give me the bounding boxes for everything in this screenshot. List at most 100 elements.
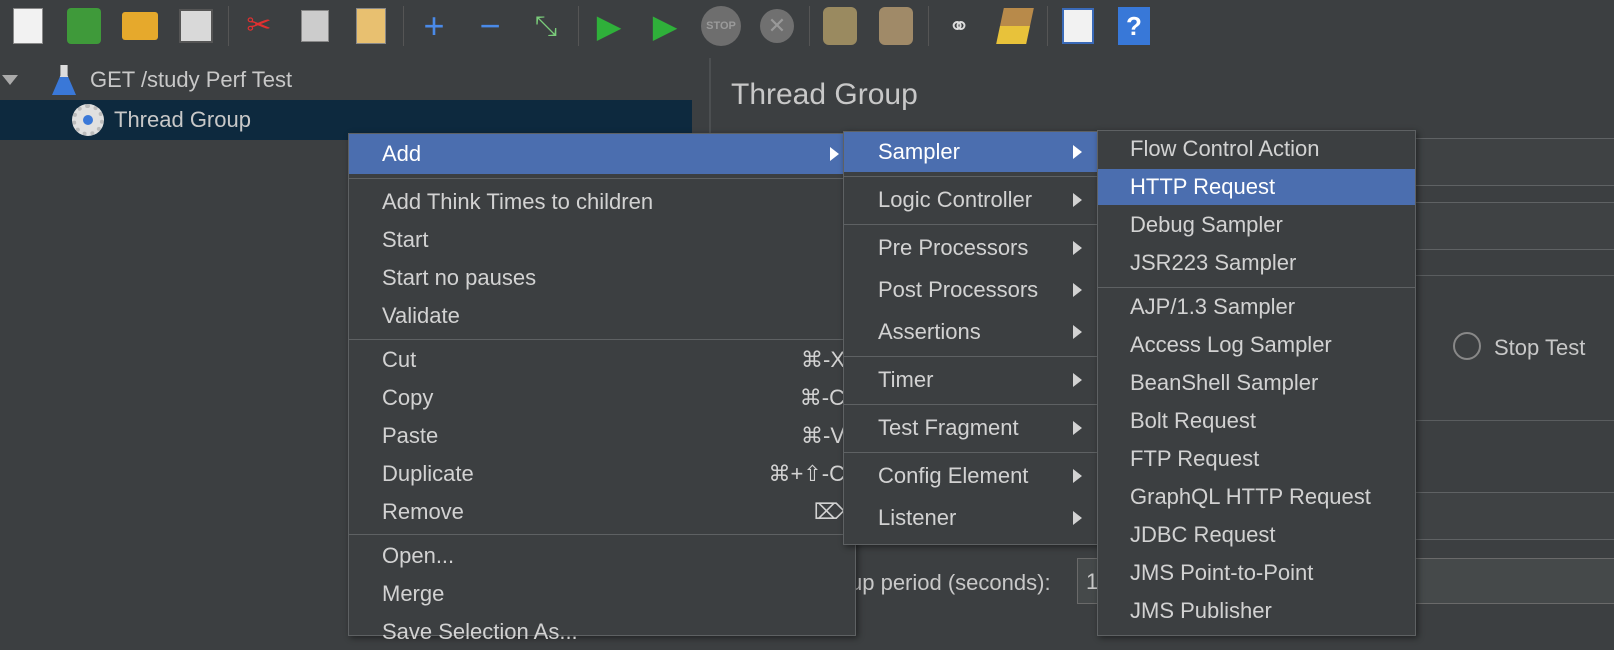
new-icon[interactable] <box>4 3 52 49</box>
shortcut-label: ⌘-X <box>801 347 845 372</box>
reset-search-icon[interactable] <box>991 3 1039 49</box>
threads-field[interactable] <box>1414 492 1614 540</box>
submenu-arrow-icon <box>1073 325 1082 339</box>
toolbar: ✂ + − ⤡ ▶ ▶ STOP ✕ ⚭ ? <box>0 0 1614 52</box>
toolbar-separator <box>1047 6 1048 46</box>
copy-icon[interactable] <box>291 3 339 49</box>
open-icon[interactable] <box>116 3 164 49</box>
name-field[interactable] <box>1414 138 1614 186</box>
paste-icon[interactable] <box>347 3 395 49</box>
save-icon[interactable] <box>172 3 220 49</box>
menu-item-graphql-http-request[interactable]: GraphQL HTTP Request <box>1098 479 1415 515</box>
menu-item-bolt-request[interactable]: Bolt Request <box>1098 403 1415 439</box>
stop-test-radio[interactable] <box>1453 332 1481 360</box>
menu-separator <box>349 339 855 340</box>
menu-item-duplicate[interactable]: Duplicate ⌘+⇧-C <box>349 456 855 492</box>
menu-separator <box>349 534 855 535</box>
submenu-arrow-icon <box>1073 373 1082 387</box>
sampler-submenu: Flow Control Action HTTP Request Debug S… <box>1097 130 1416 636</box>
menu-item-beanshell-sampler[interactable]: BeanShell Sampler <box>1098 365 1415 401</box>
shortcut-label: ⌦ <box>813 499 845 524</box>
menu-item-cut[interactable]: Cut ⌘-X <box>349 342 855 378</box>
menu-item-post-processors[interactable]: Post Processors <box>844 270 1098 310</box>
rampup-label: up period (seconds): <box>850 570 1051 595</box>
divider <box>1414 275 1614 276</box>
menu-separator <box>844 452 1098 453</box>
menu-item-start[interactable]: Start <box>349 222 855 258</box>
menu-item-test-fragment[interactable]: Test Fragment <box>844 408 1098 448</box>
menu-item-config-element[interactable]: Config Element <box>844 456 1098 496</box>
menu-item-jdbc-request[interactable]: JDBC Request <box>1098 517 1415 553</box>
page-title: Thread Group <box>731 78 918 111</box>
menu-separator <box>349 178 855 179</box>
menu-item-paste[interactable]: Paste ⌘-V <box>349 418 855 454</box>
menu-item-access-log-sampler[interactable]: Access Log Sampler <box>1098 327 1415 363</box>
menu-item-save-selection-as[interactable]: Save Selection As... <box>349 614 855 650</box>
menu-item-copy[interactable]: Copy ⌘-C <box>349 380 855 416</box>
menu-item-remove[interactable]: Remove ⌦ <box>349 494 855 530</box>
menu-item-jms-point-to-point[interactable]: JMS Point-to-Point <box>1098 555 1415 591</box>
toolbar-separator <box>228 6 229 46</box>
toolbar-separator <box>403 6 404 46</box>
submenu-arrow-icon <box>1073 283 1082 297</box>
menu-item-validate[interactable]: Validate <box>349 298 855 334</box>
comments-field[interactable] <box>1414 202 1614 250</box>
add-submenu: Sampler Logic Controller Pre Processors … <box>843 131 1099 545</box>
menu-item-jsr223-sampler[interactable]: JSR223 Sampler <box>1098 245 1415 281</box>
stop-icon: STOP <box>697 3 745 49</box>
menu-item-flow-control-action[interactable]: Flow Control Action <box>1098 131 1415 167</box>
expand-triangle-icon[interactable] <box>2 75 18 85</box>
help-icon[interactable]: ? <box>1110 3 1158 49</box>
submenu-arrow-icon <box>1073 193 1082 207</box>
menu-separator <box>844 356 1098 357</box>
menu-item-logic-controller[interactable]: Logic Controller <box>844 180 1098 220</box>
menu-separator <box>844 176 1098 177</box>
tree-item-test-plan[interactable]: GET /study Perf Test <box>0 60 692 100</box>
menu-item-timer[interactable]: Timer <box>844 360 1098 400</box>
menu-item-sampler[interactable]: Sampler <box>844 132 1098 172</box>
toggle-icon[interactable]: ⤡ <box>522 3 570 49</box>
function-helper-icon[interactable] <box>1054 3 1102 49</box>
submenu-arrow-icon <box>1073 241 1082 255</box>
clear-icon[interactable] <box>816 3 864 49</box>
submenu-arrow-icon <box>830 147 839 161</box>
menu-item-pre-processors[interactable]: Pre Processors <box>844 228 1098 268</box>
menu-item-add[interactable]: Add <box>349 134 855 174</box>
menu-item-ajp-sampler[interactable]: AJP/1.3 Sampler <box>1098 289 1415 325</box>
menu-item-start-no-pauses[interactable]: Start no pauses <box>349 260 855 296</box>
submenu-arrow-icon <box>1073 421 1082 435</box>
menu-item-debug-sampler[interactable]: Debug Sampler <box>1098 207 1415 243</box>
menu-item-listener[interactable]: Listener <box>844 498 1098 538</box>
menu-item-jms-publisher[interactable]: JMS Publisher <box>1098 593 1415 629</box>
cut-icon[interactable]: ✂ <box>235 3 283 49</box>
menu-item-open[interactable]: Open... <box>349 538 855 574</box>
clear-all-icon[interactable] <box>872 3 920 49</box>
search-icon[interactable]: ⚭ <box>935 3 983 49</box>
toolbar-separator <box>578 6 579 46</box>
divider <box>1414 420 1614 421</box>
menu-item-add-think-times[interactable]: Add Think Times to children <box>349 184 855 220</box>
toolbar-separator <box>928 6 929 46</box>
tree-item-label: Thread Group <box>114 107 251 132</box>
shortcut-label: ⌘-V <box>801 423 845 448</box>
submenu-arrow-icon <box>1073 145 1082 159</box>
context-menu: Add Add Think Times to children Start St… <box>348 133 856 644</box>
menu-separator <box>1098 287 1415 288</box>
start-no-pauses-icon[interactable]: ▶ <box>641 3 689 49</box>
test-plan-icon <box>52 65 76 95</box>
submenu-arrow-icon <box>1073 469 1082 483</box>
templates-icon[interactable] <box>60 3 108 49</box>
menu-separator <box>844 404 1098 405</box>
menu-item-ftp-request[interactable]: FTP Request <box>1098 441 1415 477</box>
tree-item-label: GET /study Perf Test <box>90 67 293 92</box>
start-icon[interactable]: ▶ <box>585 3 633 49</box>
expand-icon[interactable]: + <box>410 3 458 49</box>
gear-icon <box>72 104 104 136</box>
menu-item-http-request[interactable]: HTTP Request <box>1098 169 1415 205</box>
shutdown-icon: ✕ <box>753 3 801 49</box>
menu-separator <box>844 224 1098 225</box>
menu-item-assertions[interactable]: Assertions <box>844 312 1098 352</box>
collapse-icon[interactable]: − <box>466 3 514 49</box>
shortcut-label: ⌘-C <box>799 385 845 410</box>
menu-item-merge[interactable]: Merge <box>349 576 855 612</box>
